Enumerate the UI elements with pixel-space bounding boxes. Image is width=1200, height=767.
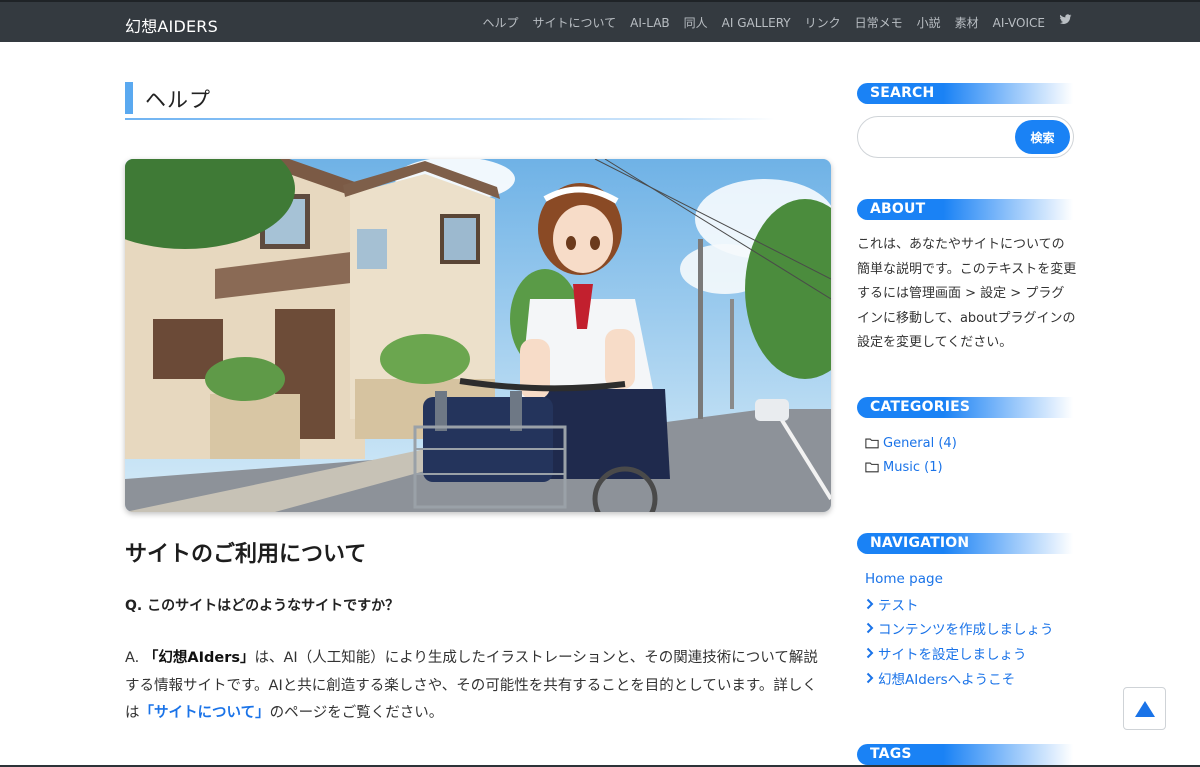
page-title: ヘルプ	[145, 88, 211, 112]
nav-link-about-site[interactable]: サイトについて	[533, 14, 617, 31]
heading-underline	[125, 118, 775, 120]
navigation-list: Home page テスト コンテンツを作成しましょう サイトを設定しましょう …	[865, 567, 1054, 690]
nav-link-ai-lab[interactable]: AI-LAB	[630, 16, 669, 30]
chevron-right-icon	[866, 647, 874, 659]
page-heading: ヘルプ	[125, 82, 775, 120]
section-title: サイトのご利用について	[125, 542, 367, 567]
hero-illustration	[125, 159, 831, 512]
nav-link-materials[interactable]: 素材	[955, 14, 979, 31]
widget-title-navigation: NAVIGATION	[857, 533, 1073, 554]
about-site-link[interactable]: 「サイトについて」	[140, 705, 270, 721]
site-brand[interactable]: 幻想AIDERS	[125, 13, 218, 37]
nav-link-daily-memo[interactable]: 日常メモ	[855, 14, 903, 31]
search-input[interactable]	[868, 126, 1008, 148]
top-navbar: 幻想AIDERS ヘルプ サイトについて AI-LAB 同人 AI GALLER…	[0, 0, 1200, 42]
category-list: General (4) Music (1)	[865, 431, 957, 479]
nav-item-welcome[interactable]: 幻想AIdersへようこそ	[865, 665, 1054, 690]
answer-prefix: A.	[125, 650, 144, 666]
arrow-up-icon	[1134, 700, 1155, 717]
widget-title-tags: TAGS	[857, 744, 1073, 765]
nav-link-ai-gallery[interactable]: AI GALLERY	[722, 16, 791, 30]
nav-item-label: サイトを設定しましょう	[878, 647, 1027, 664]
nav-item-label: テスト	[878, 597, 919, 614]
category-music[interactable]: Music (1)	[865, 455, 957, 479]
nav-item-label: 幻想AIdersへようこそ	[878, 671, 1016, 688]
nav-link-ai-voice[interactable]: AI-VOICE	[993, 16, 1045, 30]
back-to-top-button[interactable]	[1123, 687, 1166, 730]
search-box: 検索	[857, 116, 1074, 158]
folder-icon	[865, 438, 879, 449]
category-general[interactable]: General (4)	[865, 431, 957, 455]
twitter-icon[interactable]	[1059, 13, 1072, 26]
hero-image	[125, 159, 831, 512]
answer-brand: 「幻想AIders」	[143, 650, 255, 666]
nav-link-novel[interactable]: 小説	[917, 14, 941, 31]
nav-item-label: コンテンツを作成しましょう	[878, 622, 1054, 639]
chevron-right-icon	[866, 598, 874, 610]
nav-item-setup-site[interactable]: サイトを設定しましょう	[865, 641, 1054, 666]
nav-links: ヘルプ サイトについて AI-LAB 同人 AI GALLERY リンク 日常メ…	[483, 14, 1073, 31]
folder-icon	[865, 462, 879, 473]
widget-title-categories: CATEGORIES	[857, 397, 1073, 418]
faq-question: Q. このサイトはどのようなサイトですか？	[125, 598, 400, 614]
about-text: これは、あなたやサイトについての簡単な説明です。このテキストを変更するには管理画…	[857, 237, 1077, 350]
nav-home-page[interactable]: Home page	[865, 567, 1054, 592]
answer-suffix: のページをご覧ください。	[269, 705, 444, 721]
search-button[interactable]: 検索	[1015, 120, 1070, 154]
nav-link-doujin[interactable]: 同人	[684, 14, 708, 31]
chevron-right-icon	[866, 672, 874, 683]
faq-answer: A. 「幻想AIders」は、AI（人工知能）により生成したイラストレーションと…	[125, 645, 825, 728]
widget-title-about: ABOUT	[857, 199, 1073, 220]
nav-link-links[interactable]: リンク	[805, 14, 841, 31]
widget-title-search: SEARCH	[857, 83, 1073, 104]
nav-link-help[interactable]: ヘルプ	[483, 14, 519, 31]
category-label: Music (1)	[883, 459, 943, 475]
heading-accent-bar	[125, 82, 133, 114]
nav-item-create-content[interactable]: コンテンツを作成しましょう	[865, 616, 1054, 641]
nav-item-test[interactable]: テスト	[865, 592, 1054, 617]
category-label: General (4)	[883, 435, 957, 451]
chevron-right-icon	[866, 623, 874, 634]
